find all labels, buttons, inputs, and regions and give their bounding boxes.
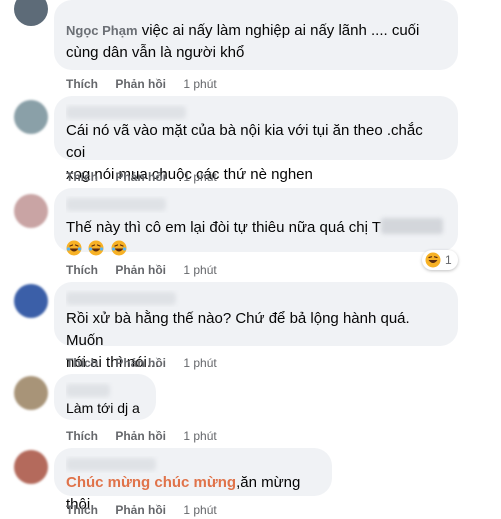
reply-button[interactable]: Phản hồi xyxy=(115,429,166,443)
comment-actions: Thích Phản hồi 1 phút xyxy=(66,262,231,278)
reply-button[interactable]: Phản hồi xyxy=(115,77,166,91)
comment-bubble: Ngọc Phạm việc ai nấy làm nghiệp ai nấy … xyxy=(54,0,458,70)
comment-bubble: Làm tới dj a xyxy=(54,374,156,420)
like-button[interactable]: Thích xyxy=(66,503,98,517)
commenter-name[interactable] xyxy=(66,382,144,399)
like-button[interactable]: Thích xyxy=(66,356,98,370)
like-button[interactable]: Thích xyxy=(66,77,98,91)
timestamp[interactable]: 1 phút xyxy=(183,356,216,370)
laughing-emoji-icon xyxy=(88,240,104,256)
comment-text: Làm tới dj a xyxy=(66,400,140,416)
reply-button[interactable]: Phản hồi xyxy=(115,170,166,184)
blurred-mention xyxy=(380,218,443,234)
comment-bubble: Thế này thì cô em lại đòi tự thiêu nữa q… xyxy=(54,188,458,256)
timestamp[interactable]: 1 phút xyxy=(183,429,216,443)
avatar[interactable] xyxy=(14,376,48,410)
comment-bubble: Chúc mừng chúc mừng,ăn mừng thôi xyxy=(54,448,332,513)
timestamp[interactable]: 1 phút xyxy=(183,263,216,277)
avatar[interactable] xyxy=(14,194,48,228)
emoji-row xyxy=(66,240,446,256)
timestamp[interactable]: 1 phút xyxy=(183,503,216,517)
comment-bubble: Rồi xử bà hằng thế nào? Chứ để bả lộng h… xyxy=(54,282,458,371)
comment-bubble: Cái nó vã vào mặt của bà nội kia với tụi… xyxy=(54,96,458,183)
avatar[interactable] xyxy=(14,0,48,26)
reply-button[interactable]: Phản hồi xyxy=(115,503,166,517)
comment-actions: Thích Phản hồi 1 phút xyxy=(66,428,231,444)
comment-actions: Thích Phản hồi 1 phút xyxy=(66,76,231,92)
commenter-name[interactable] xyxy=(66,196,446,213)
comment-actions: Thích Phản hồi 1 phút xyxy=(66,169,231,185)
haha-reaction-icon xyxy=(425,252,441,268)
laughing-emoji-icon xyxy=(111,240,127,256)
like-button[interactable]: Thích xyxy=(66,429,98,443)
comment-text: Thế này thì cô em lại đòi tự thiêu nữa q… xyxy=(66,217,446,239)
reply-button[interactable]: Phản hồi xyxy=(115,263,166,277)
timestamp[interactable]: 1 phút xyxy=(183,170,216,184)
reply-button[interactable]: Phản hồi xyxy=(115,356,166,370)
avatar[interactable] xyxy=(14,450,48,484)
like-button[interactable]: Thích xyxy=(66,263,98,277)
commenter-name[interactable]: Ngọc Phạm xyxy=(66,23,138,38)
commenter-name[interactable] xyxy=(66,104,446,121)
like-button[interactable]: Thích xyxy=(66,170,98,184)
avatar[interactable] xyxy=(14,284,48,318)
comment-actions: Thích Phản hồi 1 phút xyxy=(66,355,231,371)
commenter-name[interactable] xyxy=(66,290,446,307)
reaction-count: 1 xyxy=(445,253,452,267)
reaction-badge[interactable]: 1 xyxy=(422,250,458,270)
timestamp[interactable]: 1 phút xyxy=(183,77,216,91)
comment-actions: Thích Phản hồi 1 phút xyxy=(66,502,231,518)
highlighted-phrase[interactable]: Chúc mừng chúc mừng xyxy=(66,474,236,491)
laughing-emoji-icon xyxy=(66,240,82,256)
avatar[interactable] xyxy=(14,100,48,134)
commenter-name[interactable] xyxy=(66,456,320,473)
comment-text: Ngọc Phạm việc ai nấy làm nghiệp ai nấy … xyxy=(66,22,420,61)
